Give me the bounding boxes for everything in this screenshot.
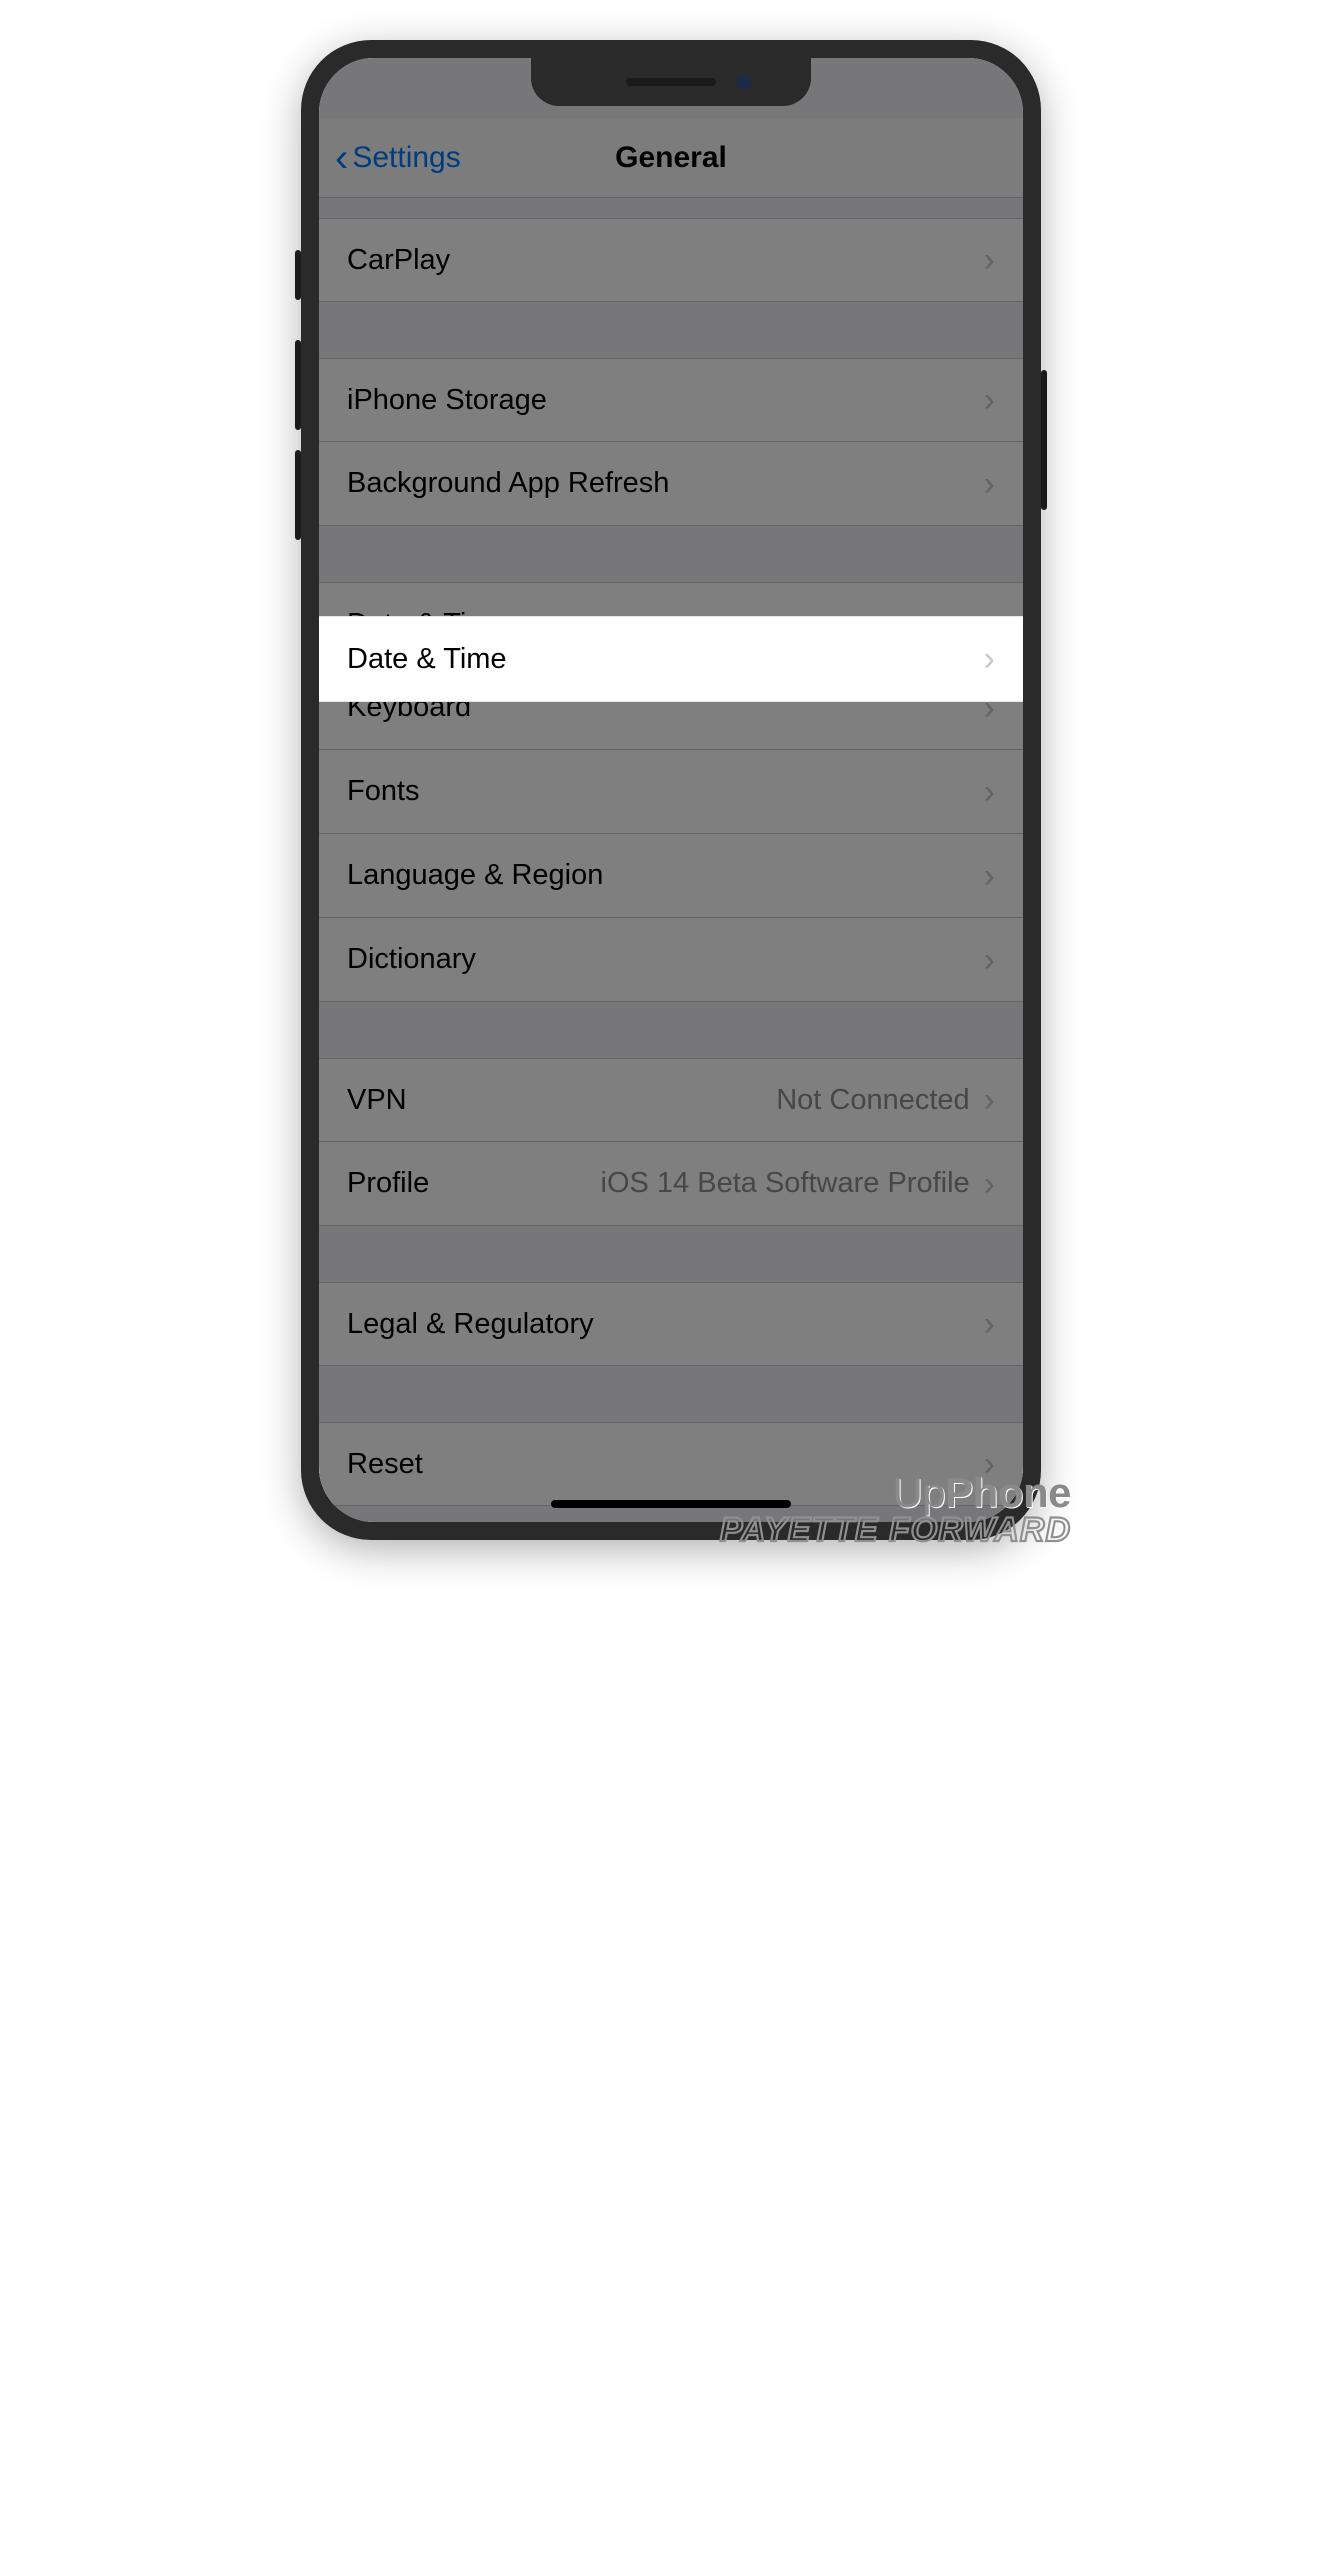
row-label: Date & Time: [347, 643, 507, 676]
front-camera: [737, 75, 751, 89]
chevron-right-icon: ›: [984, 943, 995, 977]
phone-screen: ‹ Settings General CarPlay › iPhone Stor…: [319, 58, 1023, 1522]
section-legal: Legal & Regulatory ›: [319, 1282, 1023, 1366]
volume-up-button: [295, 340, 301, 430]
page-title: General: [615, 141, 727, 175]
speaker: [626, 78, 716, 86]
row-label: Profile: [347, 1167, 429, 1200]
row-language-region[interactable]: Language & Region ›: [319, 834, 1023, 918]
chevron-right-icon: ›: [984, 1083, 995, 1117]
row-label: Fonts: [347, 775, 420, 808]
watermark: UpPhone PAYETTE FORWARD: [720, 1469, 1071, 1550]
row-date-time-highlight[interactable]: Date & Time ›: [319, 616, 1023, 702]
row-label: CarPlay: [347, 244, 450, 277]
chevron-right-icon: ›: [984, 383, 995, 417]
phone-frame: ‹ Settings General CarPlay › iPhone Stor…: [301, 40, 1041, 1540]
row-iphone-storage[interactable]: iPhone Storage ›: [319, 358, 1023, 442]
row-carplay[interactable]: CarPlay ›: [319, 218, 1023, 302]
watermark-upphone: UpPhone: [720, 1469, 1071, 1517]
chevron-right-icon: ›: [984, 1307, 995, 1341]
notch: [531, 58, 811, 106]
row-background-app-refresh[interactable]: Background App Refresh ›: [319, 442, 1023, 526]
chevron-right-icon: ›: [984, 859, 995, 893]
row-label: VPN: [347, 1084, 407, 1117]
row-fonts[interactable]: Fonts ›: [319, 750, 1023, 834]
row-label: Background App Refresh: [347, 467, 669, 500]
nav-header: ‹ Settings General: [319, 118, 1023, 198]
chevron-right-icon: ›: [984, 467, 995, 501]
row-vpn[interactable]: VPN Not Connected ›: [319, 1058, 1023, 1142]
screen-content: ‹ Settings General CarPlay › iPhone Stor…: [319, 58, 1023, 1522]
section-carplay: CarPlay ›: [319, 218, 1023, 302]
settings-list: CarPlay › iPhone Storage › Background Ap…: [319, 198, 1023, 1506]
chevron-right-icon: ›: [984, 642, 995, 676]
row-label: iPhone Storage: [347, 384, 547, 417]
chevron-right-icon: ›: [984, 1167, 995, 1201]
row-label: Reset: [347, 1448, 423, 1481]
row-value: Not Connected: [776, 1084, 969, 1117]
row-profile[interactable]: Profile iOS 14 Beta Software Profile ›: [319, 1142, 1023, 1226]
chevron-right-icon: ›: [984, 243, 995, 277]
section-network: VPN Not Connected › Profile iOS 14 Beta …: [319, 1058, 1023, 1226]
section-storage: iPhone Storage › Background App Refresh …: [319, 358, 1023, 526]
volume-down-button: [295, 450, 301, 540]
chevron-right-icon: ›: [984, 775, 995, 809]
power-button: [1041, 370, 1047, 510]
back-button[interactable]: ‹ Settings: [319, 138, 461, 178]
watermark-payette: PAYETTE FORWARD: [720, 1511, 1071, 1550]
row-value: iOS 14 Beta Software Profile: [601, 1167, 970, 1200]
chevron-left-icon: ‹: [335, 138, 348, 178]
back-label: Settings: [352, 141, 460, 175]
row-label: Dictionary: [347, 943, 476, 976]
row-label: Legal & Regulatory: [347, 1308, 594, 1341]
row-dictionary[interactable]: Dictionary ›: [319, 918, 1023, 1002]
mute-switch: [295, 250, 301, 300]
row-label: Language & Region: [347, 859, 603, 892]
row-legal-regulatory[interactable]: Legal & Regulatory ›: [319, 1282, 1023, 1366]
